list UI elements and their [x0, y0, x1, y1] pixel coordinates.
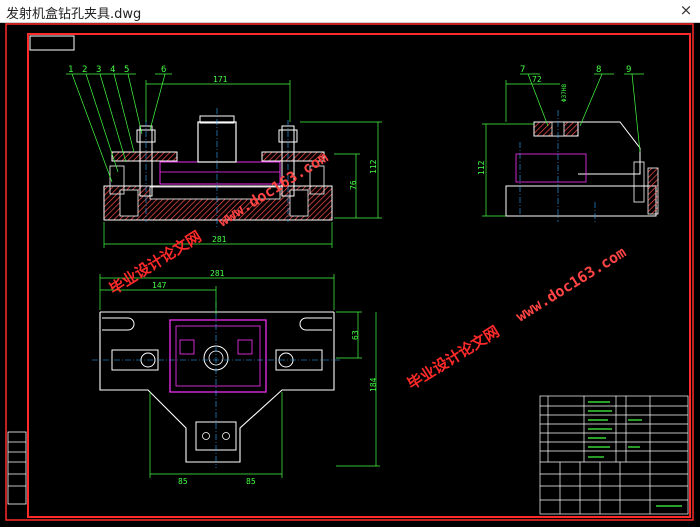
balloon-5: 5	[124, 65, 129, 75]
left-revision-strip	[7, 431, 27, 505]
watermark-lower-url: www.doc163.com	[513, 243, 630, 325]
dim-front-76: 76	[349, 180, 358, 190]
balloon-4: 4	[110, 65, 115, 75]
dim-side-112: 112	[477, 160, 486, 175]
side-view	[505, 110, 659, 222]
window-title: 发射机盒钻孔夹具.dwg	[6, 7, 142, 22]
watermark-lower-cn: 毕业设计论文网	[404, 322, 503, 393]
balloon-8: 8	[596, 65, 601, 75]
dim-front-top: 171	[213, 75, 228, 84]
dim-plan-63: 63	[351, 330, 360, 340]
dim-side-hole: Φ37H8	[561, 84, 568, 102]
dim-plan-85-left: 85	[178, 477, 188, 486]
dim-front-bottom: 281	[212, 235, 227, 244]
balloon-1: 1	[68, 65, 73, 75]
dim-plan-281: 281	[210, 269, 225, 278]
balloon-9: 9	[626, 65, 631, 75]
title-block-entries	[588, 401, 682, 507]
balloon-3: 3	[96, 65, 101, 75]
cad-drawing: 171 281 76 112 1 2 3 4 5 6 72 Φ37H8 112 …	[5, 23, 694, 521]
dim-side-72: 72	[532, 75, 542, 84]
watermark-lower: 毕业设计论文网 www.doc163.com	[404, 243, 629, 393]
dim-front-112: 112	[369, 159, 378, 174]
title-bar: 发射机盒钻孔夹具.dwg ×	[0, 0, 700, 23]
dim-plan-184: 184	[369, 377, 378, 392]
drawing-canvas[interactable]: 171 281 76 112 1 2 3 4 5 6 72 Φ37H8 112 …	[0, 22, 700, 523]
balloon-7: 7	[520, 65, 525, 75]
title-block	[539, 395, 689, 515]
balloon-6: 6	[161, 65, 166, 75]
plan-view	[92, 302, 342, 468]
dim-plan-85-right: 85	[246, 477, 256, 486]
close-icon[interactable]: ×	[678, 1, 694, 19]
balloon-2: 2	[82, 65, 87, 75]
drawing-number-box	[29, 35, 75, 51]
dim-plan-147: 147	[152, 281, 167, 290]
